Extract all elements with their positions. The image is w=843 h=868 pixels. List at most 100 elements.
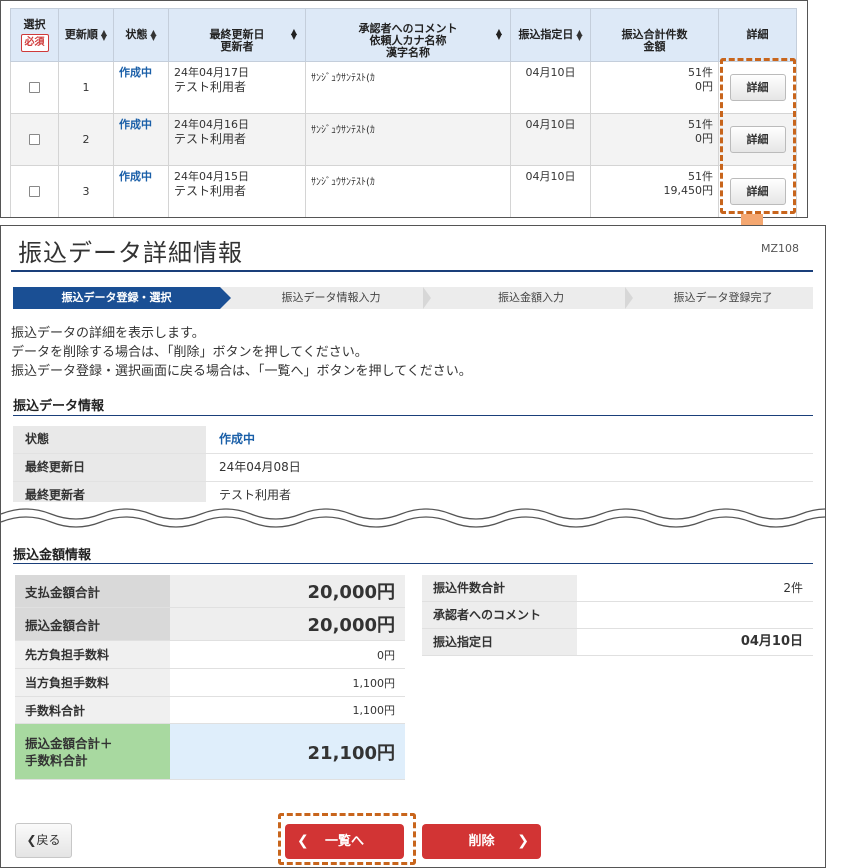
step-separator-icon [625,287,633,309]
header-comment-label: 承認者へのコメント 依頼人カナ名称 漢字名称 [358,22,458,59]
transfer-list-panel: 選択 必須 更新順 ▲ ▼ 状態 ▲ ▼ 最終更新日 更新者 ▲ ▼ 承認者へのコメント 依… [0,0,808,218]
select-cell [10,61,59,114]
order-cell: 2 [58,113,114,166]
table-header-row: 選択 必須 更新順 ▲ ▼ 状態 ▲ ▼ 最終更新日 更新者 ▲ ▼ 承認者へのコメント 依… [10,8,797,62]
updated-cell: 24年04月17日 テスト利用者 [168,61,306,114]
step-2: 振込データ情報入力 [281,291,381,304]
updated-date: 24年04月17日 [174,66,249,79]
detail-column-highlight [720,58,796,214]
grand-total-value: 21,100円 [170,724,405,779]
title-divider [11,270,813,272]
transfer-count: 51件 [688,118,713,131]
header-order[interactable]: 更新順 ▲ ▼ [58,8,114,62]
header-updated[interactable]: 最終更新日 更新者 ▲ ▼ [168,8,306,62]
table-row-partial [11,218,797,219]
page-title: 振込データ詳細情報 [18,239,243,267]
transfer-count: 51件 [688,66,713,79]
status-value: 作成中 [219,432,256,446]
back-button-label: 戻る [36,833,61,847]
header-select-label: 選択 [23,17,46,31]
amount-row-recipient-fee: 先方負担手数料 0円 [15,641,405,669]
transfer-amount: 0円 [695,80,713,93]
recipient-fee-value: 0円 [170,641,405,668]
kana-cell: ｻﾝｼﾞｭｳｻﾝﾃｽﾄ(ｶ [305,61,511,114]
amount-row-fee-total: 手数料合計 1,100円 [15,697,405,724]
payment-total-value: 20,000円 [170,575,405,607]
step-separator-icon [423,287,431,309]
updated-cell: 24年04月15日 テスト利用者 [168,165,306,217]
required-badge: 必須 [20,33,49,52]
right-label: 承認者へのコメント [422,602,577,628]
order-cell: 1 [58,61,114,114]
count-amount-cell: 51件 0円 [590,61,719,114]
sort-icon[interactable]: ▲ ▼ [150,29,156,42]
step-4: 振込データ登録完了 [673,291,773,304]
header-count-amount-label: 振込合計件数 金額 [621,28,688,53]
data-section-title: 振込データ情報 [13,399,105,414]
amount-label: 支払金額合計 [15,575,170,607]
header-detail: 詳細 [718,8,797,62]
count-amount-cell: 51件 0円 [590,113,719,166]
header-status[interactable]: 状態 ▲ ▼ [113,8,169,62]
amount-label: 手数料合計 [15,697,170,723]
header-transfer-date[interactable]: 振込指定日 ▲ ▼ [510,8,591,62]
table-row: 3 作成中 24年04月15日 テスト利用者 ｻﾝｼﾞｭｳｻﾝﾃｽﾄ(ｶ 04月… [10,165,797,217]
amount-row-transfer-total: 振込金額合計 20,000円 [15,608,405,641]
delete-button-label: 削除 [468,834,495,849]
amount-label: 振込金額合計＋ 手数料合計 [15,724,170,779]
row-checkbox[interactable] [29,186,40,197]
updated-date: 24年04月16日 [174,118,249,131]
transfer-list-table: 選択 必須 更新順 ▲ ▼ 状態 ▲ ▼ 最終更新日 更新者 ▲ ▼ 承認者へのコメント 依… [10,8,797,219]
kana-cell: ｻﾝｼﾞｭｳｻﾝﾃｽﾄ(ｶ [305,113,511,166]
transfer-total-value: 20,000円 [170,608,405,640]
delete-button[interactable]: 削除 ❯ [422,824,541,859]
amount-section-divider [13,563,813,564]
amount-row-payment-total: 支払金額合計 20,000円 [15,575,405,608]
updated-cell: 24年04月16日 テスト利用者 [168,113,306,166]
amount-row-grand-total: 振込金額合計＋ 手数料合計 21,100円 [15,724,405,780]
info-row-status: 状態 作成中 [13,426,813,454]
kana-name: ｻﾝｼﾞｭｳｻﾝﾃｽﾄ(ｶ [311,177,375,188]
updated-user: テスト利用者 [174,80,247,94]
progress-steps: 振込データ登録・選択 振込データ情報入力 振込金額入力 振込データ登録完了 [13,287,813,309]
status-cell: 作成中 [113,165,169,217]
amount-label: 先方負担手数料 [15,641,170,668]
info-label: 最終更新日 [13,454,206,481]
transfer-amount: 19,450円 [663,184,714,197]
transfer-date-value: 04月10日 [740,634,803,649]
updated-date: 24年04月15日 [174,170,249,183]
data-section-divider [13,415,813,416]
transfer-count-value: 2件 [783,581,803,595]
sort-icon[interactable]: ▲ ▼ [291,28,297,41]
step-arrow-icon [220,287,231,309]
order-cell: 3 [58,165,114,217]
row-checkbox[interactable] [29,82,40,93]
sort-icon[interactable]: ▲ ▼ [576,29,582,42]
fee-total-value: 1,100円 [170,697,405,723]
kana-name: ｻﾝｼﾞｭｳｻﾝﾃｽﾄ(ｶ [311,125,375,136]
header-status-label: 状態 [125,28,148,41]
kana-name: ｻﾝｼﾞｭｳｻﾝﾃｽﾄ(ｶ [311,73,375,84]
updated-user: テスト利用者 [174,132,247,146]
transfer-date-cell: 04月10日 [510,113,591,166]
sender-fee-value: 1,100円 [170,669,405,696]
info-row-last-updated: 最終更新日 24年04月08日 [13,454,813,482]
right-label: 振込件数合計 [422,575,577,601]
count-amount-cell: 51件 19,450円 [590,165,719,217]
description-line-2: データを削除する場合は、「削除」ボタンを押してください。 [11,345,368,360]
back-button[interactable]: ❮戻る [15,823,72,858]
transfer-count: 51件 [688,170,713,183]
step-3: 振込金額入力 [498,291,564,304]
header-detail-label: 詳細 [746,28,769,41]
table-row: 2 作成中 24年04月16日 テスト利用者 ｻﾝｼﾞｭｳｻﾝﾃｽﾄ(ｶ 04月… [10,113,797,166]
sort-icon[interactable]: ▲ ▼ [496,28,502,41]
step-1-active: 振込データ登録・選択 [13,287,220,309]
transfer-amount: 0円 [695,132,713,145]
last-updated-value: 24年04月08日 [219,460,301,474]
header-select: 選択 必須 [10,8,59,62]
table-row: 1 作成中 24年04月17日 テスト利用者 ｻﾝｼﾞｭｳｻﾝﾃｽﾄ(ｶ 04月… [10,61,797,114]
row-checkbox[interactable] [29,134,40,145]
sort-icon[interactable]: ▲ ▼ [101,29,107,42]
header-comment[interactable]: 承認者へのコメント 依頼人カナ名称 漢字名称 ▲ ▼ [305,8,511,62]
updated-user: テスト利用者 [174,184,247,198]
